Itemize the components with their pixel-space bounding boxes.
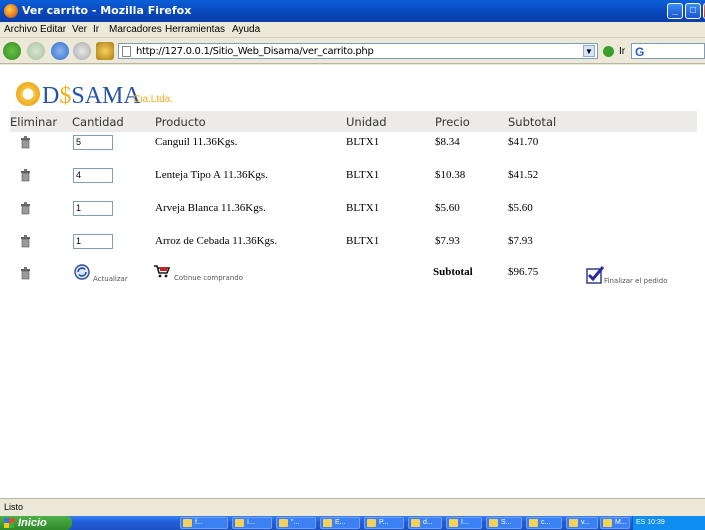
table-row: 1 Arveja Blanca 11.36Kgs. BLTX1 $5.60 $5… (10, 198, 697, 224)
quantity-input[interactable]: 5 (73, 135, 113, 150)
finish-order-button[interactable]: Finalizar el pedido (586, 266, 696, 286)
table-row: 4 Lenteja Tipo A 11.36Kgs. BLTX1 $10.38 … (10, 165, 697, 191)
menu-ir[interactable]: Ir (93, 24, 99, 35)
quantity-input[interactable]: 1 (73, 234, 113, 249)
product-unit: BLTX1 (346, 235, 380, 247)
menu-bar: Archivo Editar Ver Ir Marcadores Herrami… (0, 22, 705, 38)
logo-brand: D$SAMA (42, 83, 141, 109)
finish-order-label[interactable]: Finalizar el pedido (604, 277, 668, 285)
col-unidad: Unidad (346, 115, 387, 129)
search-input[interactable]: G (631, 43, 705, 59)
update-button[interactable]: Actualizar (74, 264, 134, 284)
stop-button[interactable] (73, 42, 91, 60)
taskbar-item[interactable]: I... (446, 517, 482, 529)
window-titlebar: Ver carrito - Mozilla Firefox _ □ × (0, 0, 705, 22)
refresh-icon (74, 264, 90, 280)
taskbar-item[interactable]: I... (232, 517, 272, 529)
taskbar-item[interactable]: S... (486, 517, 522, 529)
empty-cart-trash-icon[interactable] (20, 267, 31, 280)
trash-icon[interactable] (20, 169, 31, 182)
start-button[interactable]: Inicio (0, 516, 72, 530)
trash-icon[interactable] (20, 202, 31, 215)
taskbar-item[interactable]: M... (600, 517, 630, 529)
product-price: $8.34 (435, 136, 460, 148)
back-button[interactable] (3, 42, 21, 60)
col-producto: Producto (155, 115, 206, 129)
trash-icon[interactable] (20, 136, 31, 149)
product-price: $10.38 (435, 169, 466, 181)
menu-archivo[interactable]: Archivo (4, 24, 37, 35)
menu-ayuda[interactable]: Ayuda (232, 24, 260, 35)
taskbar-item[interactable]: f... (180, 517, 228, 529)
navigation-toolbar: http://127.0.0.1/Sitio_Web_Disama/ver_ca… (0, 38, 705, 64)
taskbar-item[interactable]: v... (566, 517, 598, 529)
quantity-input[interactable]: 4 (73, 168, 113, 183)
update-label[interactable]: Actualizar (93, 275, 128, 283)
cart-header-row: Eliminar Cantidad Producto Unidad Precio… (10, 111, 697, 132)
product-name: Canguil 11.36Kgs. (155, 136, 238, 148)
taskbar-item[interactable]: E... (320, 517, 360, 529)
continue-shopping-button[interactable]: Cotinue comprando (153, 264, 253, 284)
url-dropdown-icon[interactable]: ▼ (583, 45, 595, 57)
product-name: Lenteja Tipo A 11.36Kgs. (155, 169, 268, 181)
product-name: Arroz de Cebada 11.36Kgs. (155, 235, 278, 247)
logo-suffix: Cia.Ltda. (133, 94, 174, 105)
menu-marcadores[interactable]: Marcadores (109, 24, 162, 35)
page-content: D$SAMA Cia.Ltda. Eliminar Cantidad Produ… (0, 65, 705, 498)
url-bar[interactable]: http://127.0.0.1/Sitio_Web_Disama/ver_ca… (118, 43, 598, 59)
col-precio: Precio (435, 115, 470, 129)
product-unit: BLTX1 (346, 136, 380, 148)
cart-footer: Actualizar Cotinue comprando Subtotal $9… (10, 264, 697, 298)
firefox-icon (4, 4, 18, 18)
home-button[interactable] (96, 42, 114, 60)
subtotal-label: Subtotal (433, 266, 473, 278)
menu-herramientas[interactable]: Herramientas (165, 24, 225, 35)
product-price: $7.93 (435, 235, 460, 247)
menu-ver[interactable]: Ver (72, 24, 87, 35)
go-icon[interactable] (603, 46, 614, 57)
product-unit: BLTX1 (346, 202, 380, 214)
status-text: Listo (4, 502, 24, 512)
taskbar-item[interactable]: P... (364, 517, 404, 529)
reload-button[interactable] (51, 42, 69, 60)
forward-button[interactable] (27, 42, 45, 60)
product-name: Arveja Blanca 11.36Kgs. (155, 202, 266, 214)
page-icon (122, 46, 131, 57)
minimize-button[interactable]: _ (667, 3, 683, 19)
taskbar-item[interactable]: d... (408, 517, 442, 529)
trash-icon[interactable] (20, 235, 31, 248)
checkbox-check-icon (586, 266, 604, 284)
windows-flag-icon (4, 518, 14, 528)
url-text[interactable]: http://127.0.0.1/Sitio_Web_Disama/ver_ca… (136, 46, 374, 57)
go-label[interactable]: Ir (619, 46, 625, 57)
menu-editar[interactable]: Editar (40, 24, 66, 35)
col-eliminar: Eliminar (10, 115, 58, 129)
subtotal-value: $96.75 (508, 266, 539, 278)
product-subtotal: $7.93 (508, 235, 533, 247)
product-subtotal: $5.60 (508, 202, 533, 214)
table-row: 1 Arroz de Cebada 11.36Kgs. BLTX1 $7.93 … (10, 231, 697, 257)
product-subtotal: $41.52 (508, 169, 539, 181)
logo-sun-icon (16, 82, 40, 106)
table-row: 5 Canguil 11.36Kgs. BLTX1 $8.34 $41.70 (10, 132, 697, 158)
product-price: $5.60 (435, 202, 460, 214)
window-title: Ver carrito - Mozilla Firefox (22, 4, 192, 17)
col-cantidad: Cantidad (72, 115, 124, 129)
maximize-button[interactable]: □ (685, 3, 701, 19)
shopping-cart-icon (154, 265, 171, 278)
windows-taskbar: Inicio f... I... "... E... P... d... I..… (0, 516, 705, 530)
system-tray: ES 10:39 (632, 516, 705, 530)
status-bar: Listo (0, 498, 705, 516)
product-unit: BLTX1 (346, 169, 380, 181)
google-icon: G (635, 45, 645, 59)
col-subtotal: Subtotal (508, 115, 557, 129)
continue-label[interactable]: Cotinue comprando (174, 274, 243, 282)
quantity-input[interactable]: 1 (73, 201, 113, 216)
taskbar-item[interactable]: "... (276, 517, 316, 529)
taskbar-item[interactable]: c... (526, 517, 562, 529)
product-subtotal: $41.70 (508, 136, 539, 148)
